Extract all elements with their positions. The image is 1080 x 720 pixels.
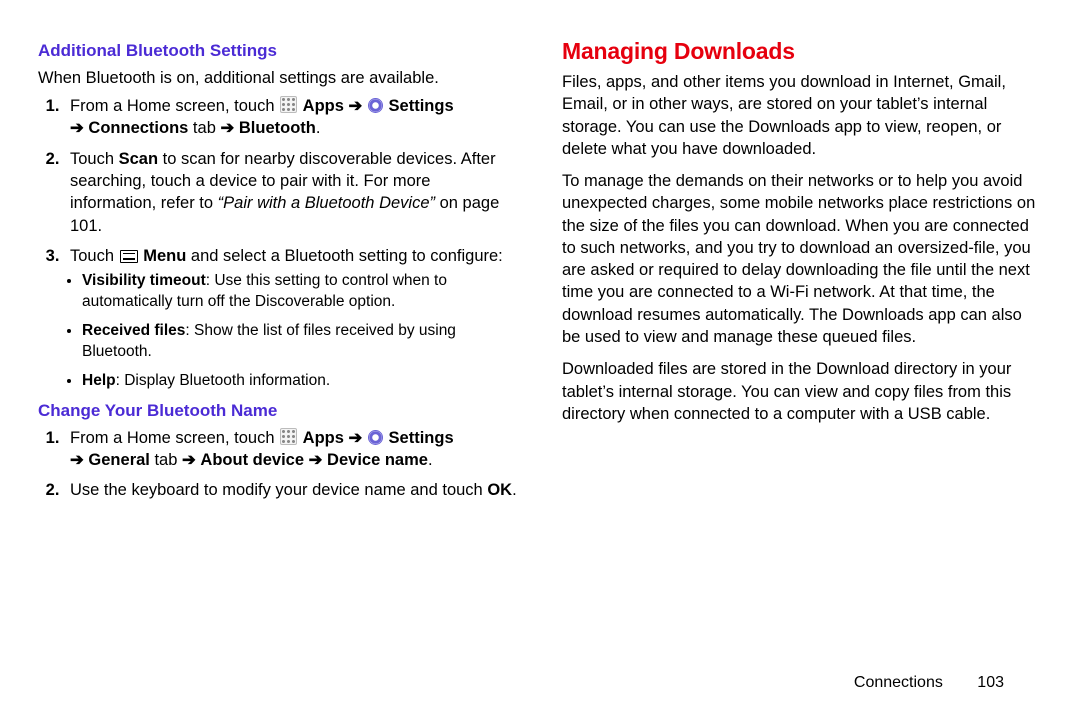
option-title: Received files — [82, 322, 185, 339]
bluetooth-label: Bluetooth — [239, 119, 316, 137]
general-label: General — [88, 451, 149, 469]
steps-additional-bt: From a Home screen, touch Apps ➔ Setting… — [38, 95, 518, 391]
heading-additional-bt: Additional Bluetooth Settings — [38, 40, 518, 63]
gear-icon — [368, 430, 383, 445]
option-title: Help — [82, 372, 116, 389]
text: and select a Bluetooth setting to config… — [186, 247, 502, 265]
about-device-label: About device — [200, 451, 304, 469]
paragraph: Files, apps, and other items you downloa… — [562, 71, 1042, 160]
arrow-icon: ➔ — [349, 97, 363, 115]
text: From a Home screen, touch — [70, 429, 279, 447]
page-number: 103 — [977, 674, 1004, 691]
text: tab — [150, 451, 178, 469]
ok-label: OK — [487, 481, 512, 499]
arrow-icon: ➔ — [220, 119, 234, 137]
settings-label: Settings — [389, 97, 454, 115]
arrow-icon: ➔ — [309, 451, 323, 469]
connections-label: Connections — [88, 119, 188, 137]
steps-change-bt-name: From a Home screen, touch Apps ➔ Setting… — [38, 427, 518, 502]
heading-managing-downloads: Managing Downloads — [562, 36, 1042, 67]
step-3: Touch Menu and select a Bluetooth settin… — [64, 245, 518, 392]
left-column: Additional Bluetooth Settings When Bluet… — [38, 40, 540, 720]
menu-icon — [120, 250, 138, 263]
period: . — [512, 481, 517, 499]
right-column: Managing Downloads Files, apps, and othe… — [540, 40, 1042, 720]
manual-page: Additional Bluetooth Settings When Bluet… — [0, 0, 1080, 720]
period: . — [428, 451, 433, 469]
text: Use the keyboard to modify your device n… — [70, 481, 487, 499]
gear-icon — [368, 98, 383, 113]
text: tab — [188, 119, 216, 137]
heading-change-bt-name: Change Your Bluetooth Name — [38, 400, 518, 423]
settings-label: Settings — [389, 429, 454, 447]
step-1: From a Home screen, touch Apps ➔ Setting… — [64, 95, 518, 140]
list-item: Received files: Show the list of files r… — [82, 321, 518, 363]
arrow-icon: ➔ — [182, 451, 196, 469]
step-1: From a Home screen, touch Apps ➔ Setting… — [64, 427, 518, 472]
page-footer: Connections 103 — [854, 672, 1004, 694]
period: . — [316, 119, 321, 137]
device-name-label: Device name — [327, 451, 428, 469]
reference-text: “Pair with a Bluetooth Device” — [218, 194, 435, 212]
list-item: Visibility timeout: Use this setting to … — [82, 271, 518, 313]
text: Touch — [70, 150, 119, 168]
apps-icon — [280, 96, 297, 113]
arrow-icon: ➔ — [349, 429, 363, 447]
step-2: Touch Scan to scan for nearby discoverab… — [64, 148, 518, 237]
paragraph: Downloaded files are stored in the Downl… — [562, 358, 1042, 425]
paragraph: To manage the demands on their networks … — [562, 170, 1042, 348]
option-title: Visibility timeout — [82, 272, 206, 289]
apps-label: Apps — [303, 97, 344, 115]
arrow-icon: ➔ — [70, 451, 84, 469]
intro-additional-bt: When Bluetooth is on, additional setting… — [38, 67, 518, 89]
bt-options-list: Visibility timeout: Use this setting to … — [70, 271, 518, 392]
menu-label: Menu — [143, 247, 186, 265]
apps-label: Apps — [303, 429, 344, 447]
apps-icon — [280, 428, 297, 445]
text: From a Home screen, touch — [70, 97, 279, 115]
option-desc: : Display Bluetooth information. — [116, 372, 331, 389]
step-2: Use the keyboard to modify your device n… — [64, 479, 518, 501]
scan-label: Scan — [119, 150, 158, 168]
list-item: Help: Display Bluetooth information. — [82, 371, 518, 392]
arrow-icon: ➔ — [70, 119, 84, 137]
text: Touch — [70, 247, 119, 265]
section-name: Connections — [854, 674, 943, 691]
